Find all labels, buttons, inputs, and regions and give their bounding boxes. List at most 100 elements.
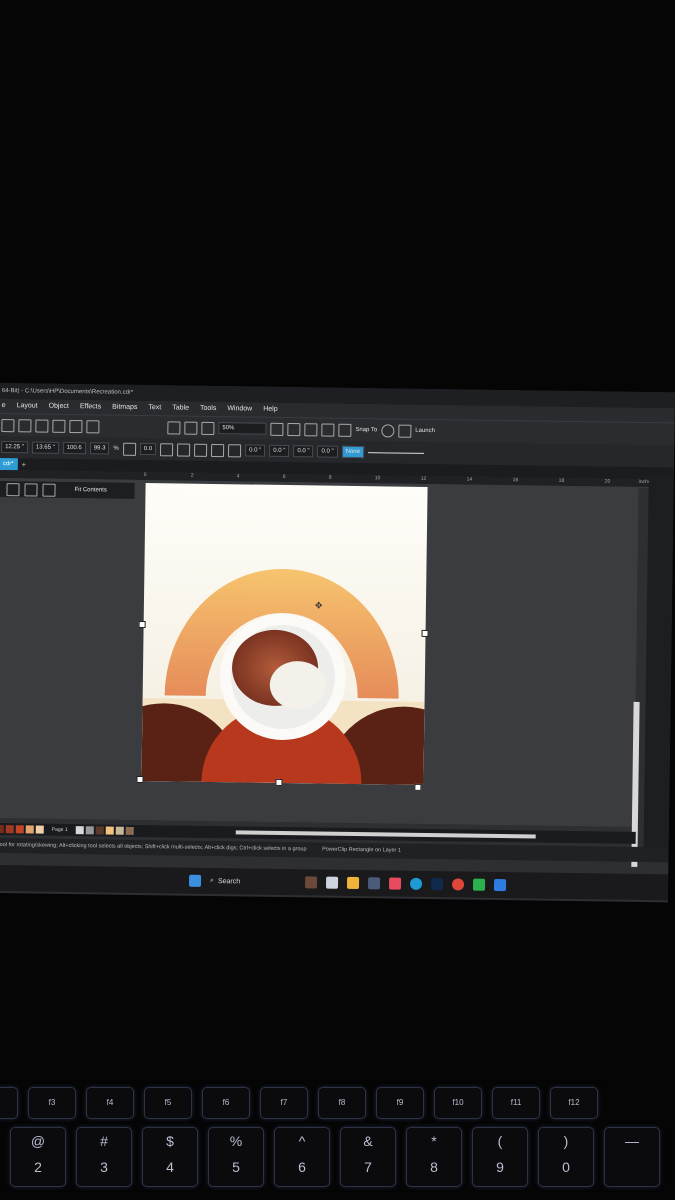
pdf-icon[interactable] bbox=[201, 421, 215, 435]
corner-radius-2-field[interactable]: 0.0 " bbox=[269, 444, 290, 458]
guidelines-icon[interactable] bbox=[321, 422, 335, 437]
menu-item-table[interactable]: Table bbox=[172, 401, 189, 415]
edit-powerclip-icon[interactable] bbox=[6, 482, 20, 496]
import-icon[interactable] bbox=[167, 420, 181, 435]
edge-icon[interactable] bbox=[409, 877, 423, 890]
copilot-icon[interactable] bbox=[388, 877, 402, 890]
round-corner-icon[interactable] bbox=[194, 443, 208, 457]
object-x-field[interactable]: 12.25 " bbox=[1, 441, 28, 454]
palette-swatch[interactable] bbox=[115, 826, 124, 835]
palette-swatch[interactable] bbox=[75, 826, 84, 835]
menu-item-layout[interactable]: Layout bbox=[16, 399, 38, 413]
new-document-icon[interactable] bbox=[1, 418, 15, 432]
copy-icon[interactable] bbox=[52, 419, 66, 433]
ruler-mark: 10 bbox=[374, 475, 381, 482]
palette-swatch[interactable] bbox=[0, 824, 4, 834]
scale-height-field[interactable]: 99.3 bbox=[89, 442, 110, 455]
snap-to-dropdown[interactable]: Snap To bbox=[355, 427, 377, 433]
position-1-field[interactable]: 0.0 " bbox=[293, 445, 314, 458]
windows-taskbar: ⌕ Search bbox=[0, 864, 675, 903]
ruler-mark: 16 bbox=[512, 477, 519, 484]
palette-swatch[interactable] bbox=[35, 825, 44, 834]
outline-width-select[interactable]: None bbox=[341, 445, 365, 459]
lock-ratio-icon[interactable] bbox=[122, 442, 136, 456]
corner-radius-1-field[interactable]: 0.0 " bbox=[245, 444, 266, 457]
horizontal-scrollbar[interactable] bbox=[235, 830, 536, 839]
palette-swatch[interactable] bbox=[125, 826, 134, 835]
zoom-level-select[interactable]: 50% bbox=[218, 422, 267, 435]
scallop-corner-icon[interactable] bbox=[211, 443, 225, 457]
menu-item-tools[interactable]: Tools bbox=[200, 402, 217, 416]
open-icon[interactable] bbox=[18, 418, 32, 432]
key-f6: f6 bbox=[202, 1087, 250, 1119]
selection-handle[interactable] bbox=[138, 620, 146, 629]
grid-icon[interactable] bbox=[304, 422, 318, 436]
palette-swatch[interactable] bbox=[105, 826, 114, 835]
selection-handle[interactable] bbox=[275, 778, 283, 786]
chrome-icon[interactable] bbox=[451, 878, 465, 891]
position-2-field[interactable]: 0.0 " bbox=[317, 445, 338, 458]
menu-item-bitmaps[interactable]: Bitmaps bbox=[112, 401, 137, 415]
undo-icon[interactable] bbox=[86, 419, 100, 433]
palette-swatch[interactable] bbox=[85, 826, 94, 835]
taskbar-search[interactable]: ⌕ Search bbox=[210, 877, 296, 886]
key-top-symbol: ^ bbox=[298, 1133, 306, 1149]
menu-item-effects[interactable]: Effects bbox=[80, 400, 101, 414]
design-page[interactable] bbox=[141, 483, 428, 785]
store-icon[interactable] bbox=[367, 877, 381, 890]
fit-contents-dropdown[interactable]: Fit Contents bbox=[74, 487, 106, 493]
key-bottom-symbol: 3 bbox=[100, 1159, 108, 1175]
app-icon[interactable] bbox=[493, 878, 507, 892]
page-tab[interactable]: Page 1 bbox=[52, 827, 68, 833]
key-minus: — bbox=[604, 1127, 660, 1187]
key-0: ) 0 bbox=[538, 1127, 594, 1187]
paste-icon[interactable] bbox=[69, 419, 83, 433]
palette-swatch[interactable] bbox=[5, 825, 14, 834]
status-hint: e tool for rotating/skewing; Alt+clickin… bbox=[0, 841, 307, 853]
rotation-field[interactable]: 0.0 bbox=[139, 442, 157, 456]
menu-item-text[interactable]: Text bbox=[148, 401, 161, 415]
selection-handle[interactable] bbox=[421, 629, 429, 638]
export-icon[interactable] bbox=[184, 421, 198, 435]
task-view-icon[interactable] bbox=[325, 876, 339, 889]
coreldraw-icon[interactable] bbox=[472, 878, 486, 891]
key-8: * 8 bbox=[406, 1127, 462, 1187]
key-bottom-symbol: 8 bbox=[430, 1159, 438, 1175]
selection-handle[interactable] bbox=[136, 775, 144, 784]
selection-handle[interactable] bbox=[414, 783, 422, 791]
monitor-screen: 64-Bit) - C:\Users\HP\Documents\Recreati… bbox=[0, 383, 675, 903]
palette-swatch[interactable] bbox=[25, 825, 34, 834]
menu-item-object[interactable]: Object bbox=[49, 400, 69, 414]
menu-item-window[interactable]: Window bbox=[227, 402, 252, 416]
drawing-workspace[interactable]: Fit Contents ✥ bbox=[0, 477, 640, 867]
line-style-select[interactable] bbox=[367, 451, 424, 454]
photoshop-icon[interactable] bbox=[430, 878, 444, 891]
windows-start-icon[interactable] bbox=[188, 874, 202, 887]
ruler-mark: 4 bbox=[236, 473, 240, 480]
menu-item-partial[interactable]: e bbox=[2, 399, 6, 413]
launch-icon[interactable] bbox=[398, 424, 412, 438]
file-explorer-icon[interactable] bbox=[346, 876, 360, 890]
key-2: @2 bbox=[10, 1127, 66, 1187]
object-y-field[interactable]: 13.65 " bbox=[31, 441, 59, 454]
chamfer-corner-icon[interactable] bbox=[228, 443, 242, 457]
gear-icon[interactable] bbox=[381, 423, 395, 438]
menu-item-help[interactable]: Help bbox=[263, 403, 278, 417]
extract-contents-icon[interactable] bbox=[24, 482, 38, 497]
rulers-icon[interactable] bbox=[287, 422, 301, 436]
snap-icon[interactable] bbox=[338, 423, 352, 437]
ruler-mark: 8 bbox=[328, 474, 332, 481]
tab-document[interactable]: cdr* bbox=[0, 457, 18, 471]
launch-dropdown[interactable]: Launch bbox=[415, 428, 435, 434]
palette-swatch[interactable] bbox=[95, 826, 104, 835]
full-screen-icon[interactable] bbox=[270, 422, 284, 436]
lock-contents-icon[interactable] bbox=[42, 483, 56, 497]
widgets-icon[interactable] bbox=[304, 876, 318, 889]
mirror-h-icon[interactable] bbox=[160, 442, 174, 456]
scale-width-field[interactable]: 100.6 bbox=[62, 441, 86, 455]
save-icon[interactable] bbox=[35, 418, 49, 433]
palette-swatch[interactable] bbox=[15, 825, 24, 834]
add-tab-button[interactable]: + bbox=[17, 460, 30, 469]
key-bottom-symbol: 0 bbox=[562, 1159, 570, 1175]
mirror-v-icon[interactable] bbox=[177, 442, 191, 457]
